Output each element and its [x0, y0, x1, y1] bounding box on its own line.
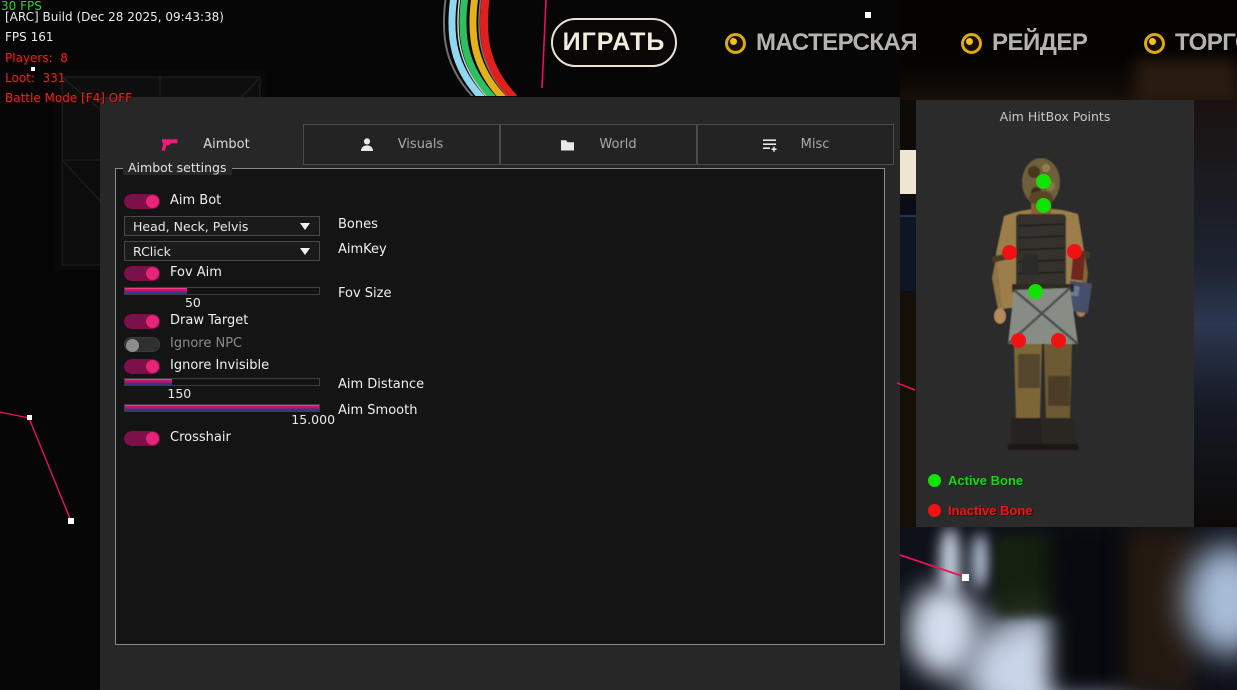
- hud-fps-line: FPS 161: [5, 30, 53, 44]
- screen: 30 FPS [ARC] Build (Dec 28 2025, 09:43:3…: [0, 0, 1237, 690]
- hud-build-line: [ARC] Build (Dec 28 2025, 09:43:38): [5, 10, 224, 24]
- hud-players-line: Players: 8: [5, 51, 68, 65]
- hud-battle-mode-line: Battle Mode [F4] OFF: [5, 91, 132, 105]
- esp-lines-overlay: [0, 0, 1237, 690]
- hud-loot-line: Loot: 331: [5, 71, 65, 85]
